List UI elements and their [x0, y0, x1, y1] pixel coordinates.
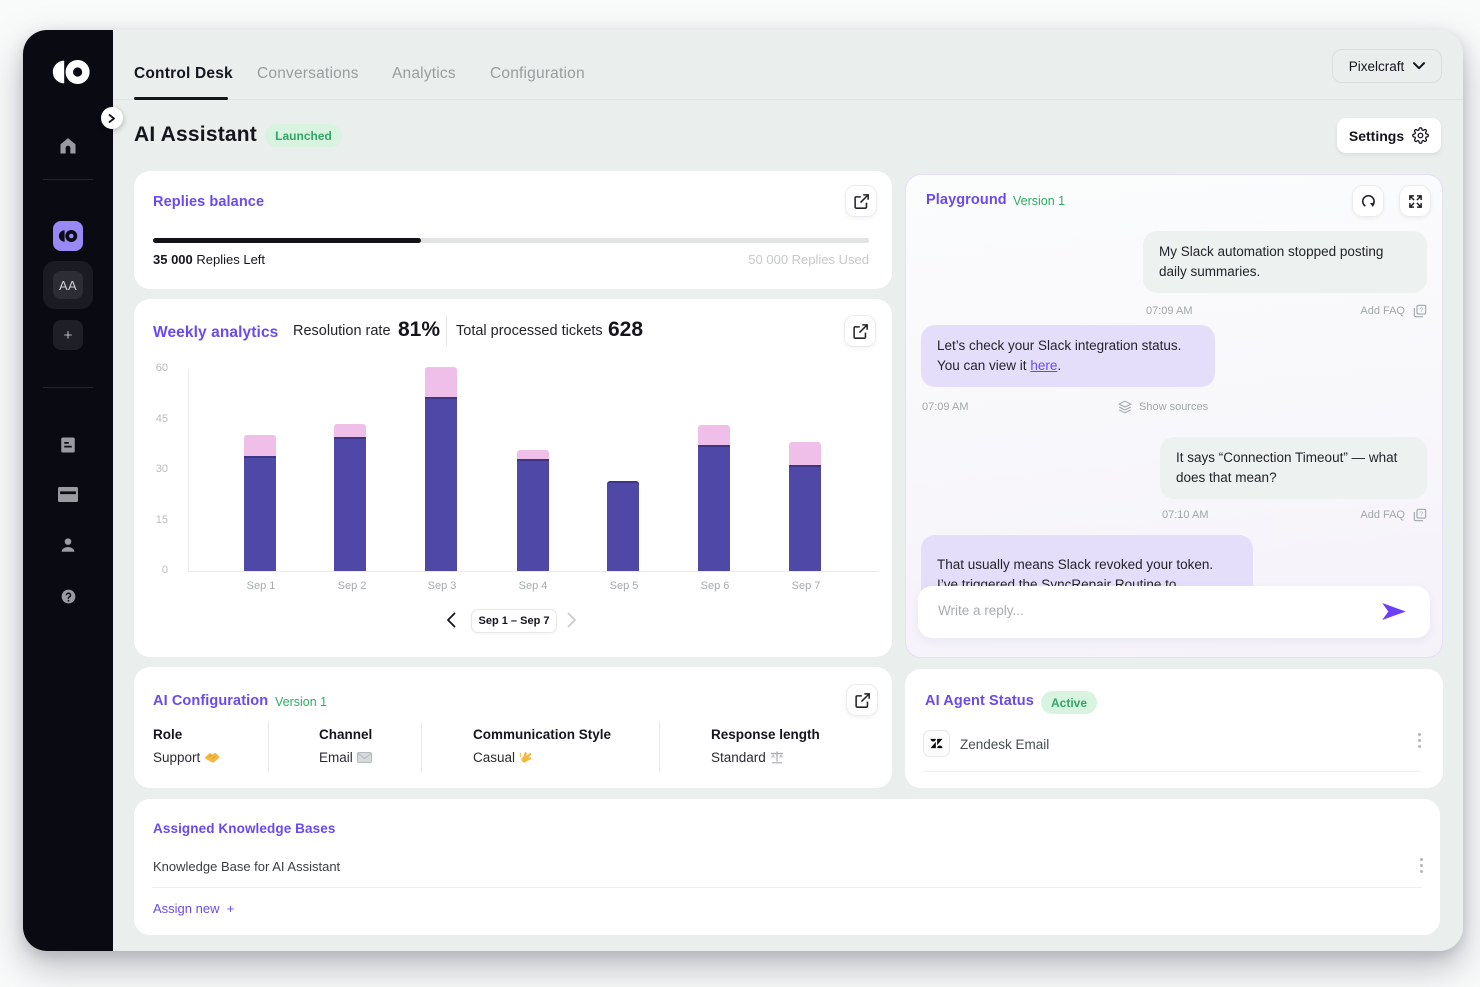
svg-text:?: ?: [1420, 511, 1424, 518]
svg-text:?: ?: [1420, 307, 1424, 314]
